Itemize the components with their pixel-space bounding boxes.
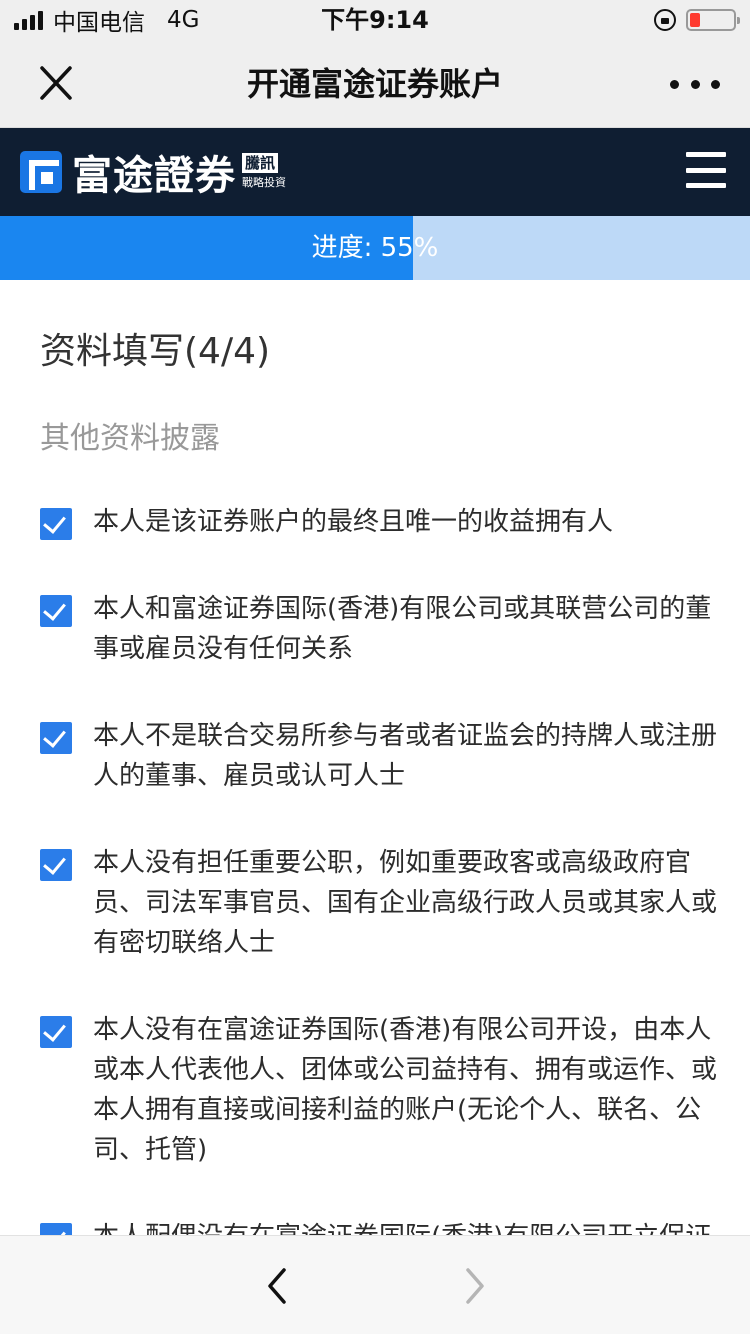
status-bar: 中国电信 4G 下午9:14 [0, 0, 750, 40]
disclosure-text: 本人和富途证券国际(香港)有限公司或其联营公司的董事或雇员没有任何关系 [93, 594, 712, 664]
disclosure-item[interactable]: 本人没有担任重要公职，例如重要政客或高级政府官员、司法军事官员、国有企业高级行政… [40, 843, 720, 963]
disclosure-text: 本人是该证券账户的最终且唯一的收益拥有人 [93, 507, 614, 537]
checkbox-checked[interactable] [40, 1223, 72, 1235]
checkbox-checked[interactable] [40, 508, 72, 540]
checkbox-checked[interactable] [40, 722, 72, 754]
futu-logo-icon [20, 151, 62, 193]
disclosure-item[interactable]: 本人和富途证券国际(香港)有限公司或其联营公司的董事或雇员没有任何关系 [40, 589, 720, 669]
brand-header: 富途證券 騰訊 戰略投資 [0, 128, 750, 216]
page-title: 开通富途证券账户 [246, 65, 503, 103]
checkbox-checked[interactable] [40, 595, 72, 627]
section-subtitle: 其他资料披露 [40, 421, 220, 456]
more-icon [670, 79, 679, 89]
partner-sub: 戰略投資 [242, 176, 286, 189]
forward-arrow-icon [466, 1268, 484, 1304]
more-button[interactable] [670, 66, 720, 102]
checkbox-checked[interactable] [40, 1016, 72, 1048]
disclosure-text: 本人没有担任重要公职，例如重要政客或高级政府官员、司法军事官员、国有企业高级行政… [93, 848, 718, 958]
disclosure-item[interactable]: 本人没有在富途证券国际(香港)有限公司开设，由本人或本人代表他人、团体或公司益持… [40, 1010, 720, 1170]
disclosure-item[interactable]: 本人配偶没有在富途证券国际(香港)有限公司开立保证金账户 [40, 1217, 720, 1235]
forward-button[interactable] [460, 1266, 490, 1306]
battery-icon [686, 9, 740, 31]
disclosure-list: 本人是该证券账户的最终且唯一的收益拥有人 本人和富途证券国际(香港)有限公司或其… [40, 502, 720, 1235]
brand-partner: 騰訊 戰略投資 [242, 153, 286, 191]
disclosure-item[interactable]: 本人不是联合交易所参与者或者证监会的持牌人或注册人的董事、雇员或认可人士 [40, 716, 720, 796]
back-button[interactable] [262, 1266, 292, 1306]
section-title: 资料填写(4/4) [40, 331, 271, 372]
orientation-lock-icon [654, 9, 676, 31]
progress-bar: 进度: 55% [0, 216, 750, 280]
brand-name: 富途證券 [72, 152, 236, 199]
disclosure-text: 本人配偶没有在富途证券国际(香港)有限公司开立保证金账户 [93, 1217, 720, 1235]
nav-bar: 开通富途证券账户 [0, 40, 750, 128]
form-content: 资料填写(4/4) 其他资料披露 本人是该证券账户的最终且唯一的收益拥有人 本人… [0, 280, 750, 1235]
checkbox-checked[interactable] [40, 849, 72, 881]
bottom-nav-bar [0, 1235, 750, 1334]
disclosure-text: 本人不是联合交易所参与者或者证监会的持牌人或注册人的董事、雇员或认可人士 [93, 721, 718, 791]
partner-tag: 騰訊 [242, 153, 279, 173]
brand-logo[interactable]: 富途證券 騰訊 戰略投資 [20, 150, 286, 199]
status-right [654, 0, 740, 40]
back-arrow-icon [268, 1268, 286, 1304]
progress-label: 进度: 55% [311, 233, 439, 263]
menu-icon[interactable] [686, 152, 726, 188]
disclosure-text: 本人没有在富途证券国际(香港)有限公司开设，由本人或本人代表他人、团体或公司益持… [93, 1015, 718, 1165]
status-time: 下午9:14 [321, 6, 429, 34]
disclosure-item[interactable]: 本人是该证券账户的最终且唯一的收益拥有人 [40, 502, 720, 542]
